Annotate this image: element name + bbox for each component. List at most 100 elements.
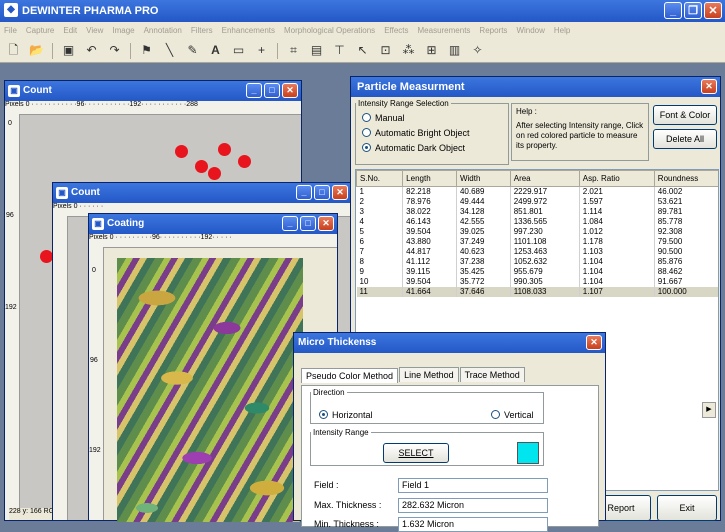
menu-item[interactable]: File xyxy=(4,26,17,35)
particle[interactable] xyxy=(208,167,221,180)
font-color-button[interactable]: Font & Color xyxy=(653,105,717,125)
tab-pseudo-color[interactable]: Pseudo Color Method xyxy=(301,368,399,383)
crosshair-icon[interactable]: + xyxy=(254,43,269,58)
vertical-radio[interactable]: Vertical xyxy=(491,407,534,422)
column-header[interactable]: Width xyxy=(455,170,511,187)
pointer-icon[interactable]: ↖ xyxy=(355,43,370,58)
menu-item[interactable]: Image xyxy=(112,26,134,35)
coating-image-canvas[interactable] xyxy=(117,258,303,522)
menu-item[interactable]: View xyxy=(86,26,103,35)
column-header[interactable]: S.No. xyxy=(356,170,404,187)
auto-bright-radio[interactable]: Automatic Bright Object xyxy=(362,125,502,140)
menu-item[interactable]: Morphological Operations xyxy=(284,26,375,35)
table-cell: 7 xyxy=(356,247,404,257)
vertical-ruler: 0 96 192 xyxy=(5,114,20,520)
table-row[interactable]: 7 44.817 40.623 1253.463 1.103 90.500 xyxy=(356,247,718,257)
particle[interactable] xyxy=(175,145,188,158)
close-button[interactable]: ✕ xyxy=(318,216,334,231)
table-row[interactable]: 4 46.143 42.555 1336.565 1.084 85.778 xyxy=(356,217,718,227)
restore-button[interactable]: ❐ xyxy=(684,2,702,19)
particle[interactable] xyxy=(218,143,231,156)
table-cell: 990.305 xyxy=(510,277,580,287)
menu-item[interactable]: Effects xyxy=(384,26,408,35)
auto-dark-radio[interactable]: Automatic Dark Object xyxy=(362,140,502,155)
manual-radio[interactable]: Manual xyxy=(362,110,502,125)
tab-trace-method[interactable]: Trace Method xyxy=(459,367,525,382)
menu-item[interactable]: Help xyxy=(554,26,570,35)
menu-item[interactable]: Annotation xyxy=(144,26,182,35)
exit-button[interactable]: Exit xyxy=(657,495,717,521)
field-input[interactable]: Field 1 xyxy=(398,478,548,493)
minimize-button[interactable]: _ xyxy=(246,83,262,98)
column-header[interactable]: Asp. Ratio xyxy=(578,170,655,187)
new-file-icon[interactable]: 🗋 xyxy=(6,43,21,58)
rectangle-tool-icon[interactable]: ▭ xyxy=(231,43,246,58)
table-cell: 78.976 xyxy=(402,197,457,207)
column-header[interactable]: Length xyxy=(402,170,457,187)
maximize-button[interactable]: □ xyxy=(300,216,316,231)
coating-window-titlebar[interactable]: ▣ Coating _ □ ✕ xyxy=(89,214,337,234)
table-cell: 1336.565 xyxy=(510,217,580,227)
image-icon[interactable]: ▤ xyxy=(309,43,324,58)
close-button[interactable]: ✕ xyxy=(282,83,298,98)
flag-icon[interactable]: ⚑ xyxy=(139,43,154,58)
menu-item[interactable]: Capture xyxy=(26,26,54,35)
menu-item[interactable]: Enhancements xyxy=(222,26,275,35)
minimize-button[interactable]: _ xyxy=(296,185,312,200)
filter-icon[interactable]: ✧ xyxy=(470,43,485,58)
particle[interactable] xyxy=(238,155,251,168)
table-row[interactable]: 9 39.115 35.425 955.679 1.104 88.462 xyxy=(356,267,718,277)
maximize-button[interactable]: □ xyxy=(264,83,280,98)
table-row[interactable]: 1 82.218 40.689 2229.917 2.021 46.002 xyxy=(356,186,718,197)
column-header[interactable]: Area xyxy=(509,170,580,187)
table-row[interactable]: 11 41.664 37.646 1108.033 1.107 100.000 xyxy=(356,287,718,297)
menu-item[interactable]: Reports xyxy=(479,26,507,35)
maximize-button[interactable]: □ xyxy=(314,185,330,200)
horizontal-radio[interactable]: Horizontal xyxy=(319,407,373,422)
zoom-icon[interactable]: ⊡ xyxy=(378,43,393,58)
table-row[interactable]: 6 43.880 37.249 1101.108 1.178 79.500 xyxy=(356,237,718,247)
select-button[interactable]: SELECT xyxy=(383,443,449,463)
table-row[interactable]: 8 41.112 37.238 1052.632 1.104 85.876 xyxy=(356,257,718,267)
particle-dialog-titlebar[interactable]: Particle Measurment ✕ xyxy=(351,77,720,97)
text-tool-icon[interactable]: A xyxy=(208,43,223,58)
menu-item[interactable]: Measurements xyxy=(418,26,471,35)
table-cell: 89.781 xyxy=(654,207,718,217)
minimize-button[interactable]: _ xyxy=(282,216,298,231)
color-swatch[interactable] xyxy=(517,442,539,464)
table-row[interactable]: 5 39.504 39.025 997.230 1.012 92.308 xyxy=(356,227,718,237)
pencil-icon[interactable]: ✎ xyxy=(185,43,200,58)
crop-icon[interactable]: ⌗ xyxy=(286,43,301,58)
tab-line-method[interactable]: Line Method xyxy=(399,367,459,382)
micro-dialog-titlebar[interactable]: Micro Thickenss ✕ xyxy=(294,333,605,353)
close-button[interactable]: ✕ xyxy=(332,185,348,200)
count-window-titlebar[interactable]: ▣ Count _ □ ✕ xyxy=(5,81,301,101)
column-header[interactable]: Roundness xyxy=(653,170,718,187)
histogram-icon[interactable]: ▥ xyxy=(447,43,462,58)
table-row[interactable]: 10 39.504 35.772 990.305 1.104 91.667 xyxy=(356,277,718,287)
particle[interactable] xyxy=(195,160,208,173)
table-row[interactable]: 3 38.022 34.128 851.801 1.114 89.781 xyxy=(356,207,718,217)
count-window-titlebar[interactable]: ▣ Count _ □ ✕ xyxy=(53,183,351,203)
close-button[interactable]: ✕ xyxy=(704,2,722,19)
minimize-button[interactable]: _ xyxy=(664,2,682,19)
table-row[interactable]: 2 78.976 49.444 2499.972 1.597 53.621 xyxy=(356,197,718,207)
open-folder-icon[interactable]: 📂 xyxy=(29,43,44,58)
menu-item[interactable]: Window xyxy=(516,26,544,35)
delete-all-button[interactable]: Delete All xyxy=(653,129,717,149)
redo-icon[interactable]: ↷ xyxy=(107,43,122,58)
table-cell: 88.462 xyxy=(654,267,718,277)
measurement-table[interactable]: S.No. Length Width Area Asp. Ratio Roundness … xyxy=(356,170,718,297)
capture-icon[interactable]: ▣ xyxy=(61,43,76,58)
menu-item[interactable]: Filters xyxy=(191,26,213,35)
close-button[interactable]: ✕ xyxy=(586,335,602,350)
measure-icon[interactable]: ⊤ xyxy=(332,43,347,58)
help-text: After selecting Intensity range, Click o… xyxy=(516,121,644,150)
count-icon[interactable]: ⁂ xyxy=(401,43,416,58)
menu-item[interactable]: Edit xyxy=(63,26,77,35)
line-tool-icon[interactable]: ╲ xyxy=(162,43,177,58)
undo-icon[interactable]: ↶ xyxy=(84,43,99,58)
scroll-right-button[interactable]: ▶ xyxy=(702,402,716,418)
grid-icon[interactable]: ⊞ xyxy=(424,43,439,58)
close-button[interactable]: ✕ xyxy=(701,79,717,94)
